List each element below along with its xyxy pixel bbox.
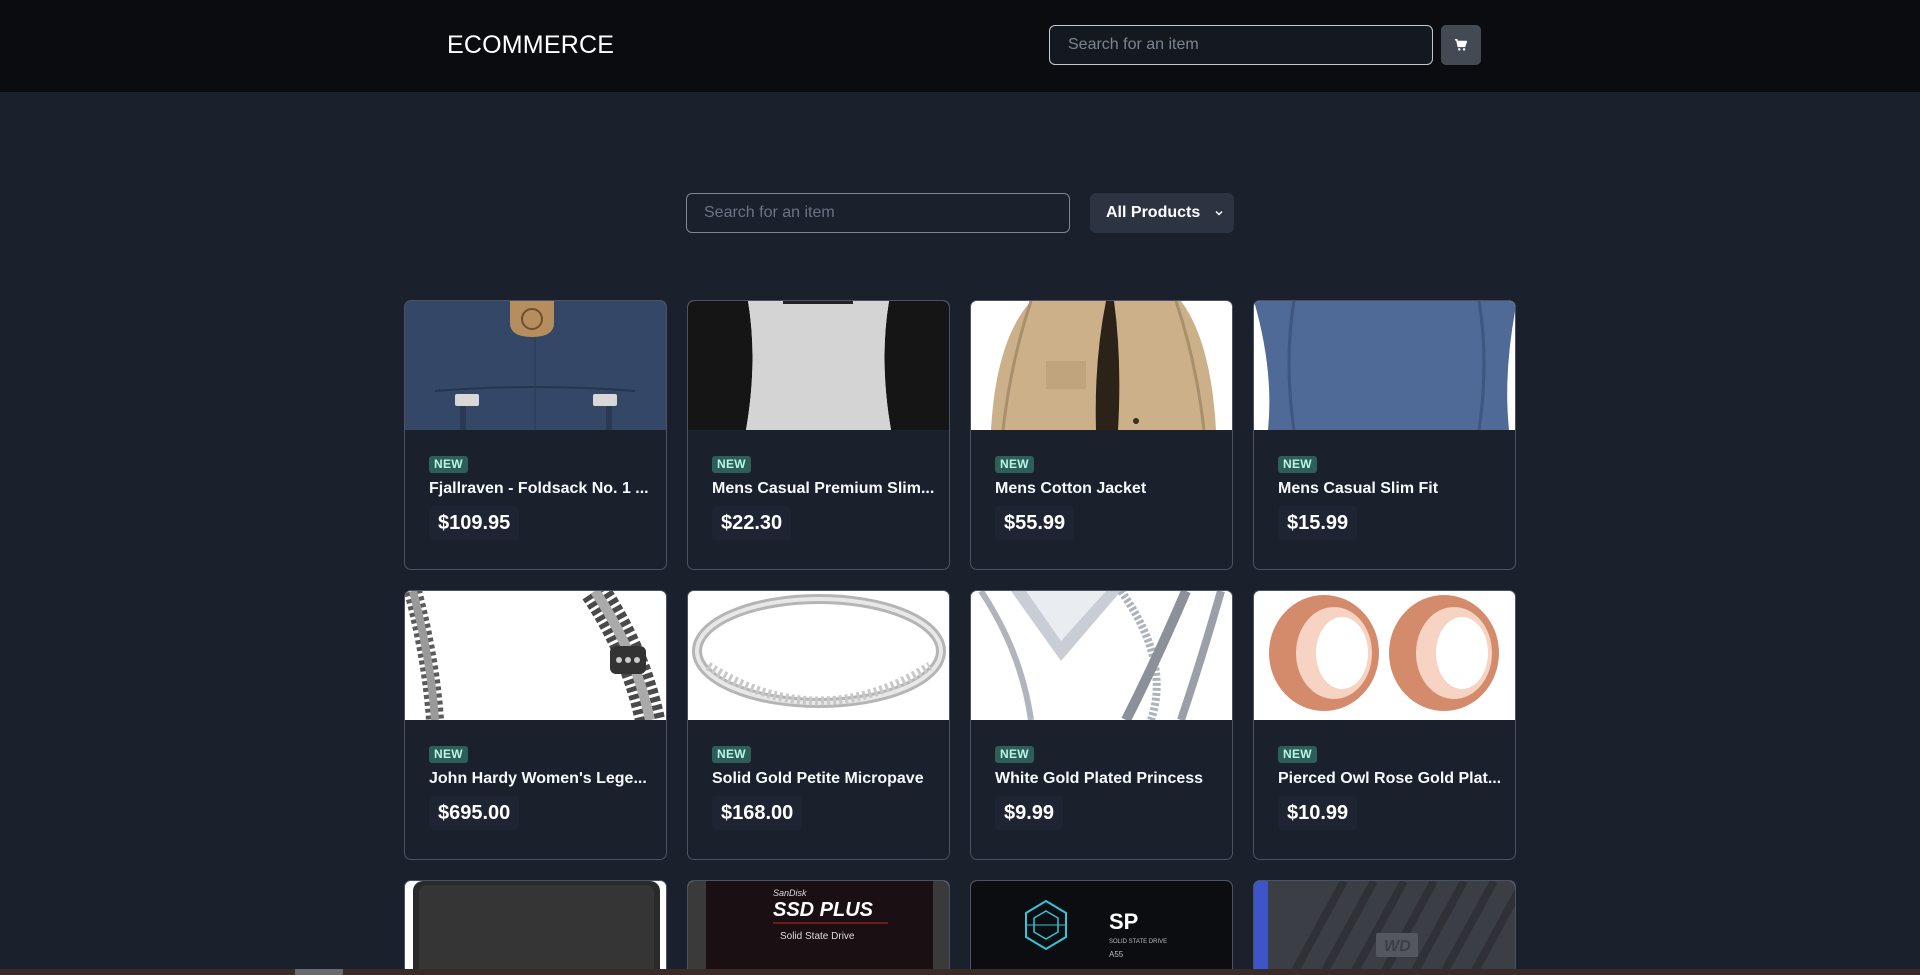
chevron-down-icon	[1215, 210, 1223, 216]
new-badge: NEW	[712, 746, 751, 763]
new-badge: NEW	[712, 456, 751, 473]
scrollbar-thumb[interactable]	[295, 969, 343, 975]
product-card[interactable]: NEW Solid Gold Petite Micropave $168.00	[687, 590, 950, 860]
header-search-input[interactable]	[1049, 25, 1433, 65]
sp-model-label: A55	[1109, 950, 1124, 959]
product-card[interactable]: NEW White Gold Plated Princess $9.99	[970, 590, 1233, 860]
cart-icon	[1454, 38, 1468, 51]
product-image-silicon-power-ssd[interactable]: SP SOLID STATE DRIVE A55	[971, 881, 1232, 975]
new-badge: NEW	[995, 456, 1034, 473]
sp-subtitle-label: SOLID STATE DRIVE	[1109, 939, 1167, 945]
product-card[interactable]: NEW Fjallraven - Foldsack No. 1 ... $109…	[404, 300, 667, 570]
new-badge: NEW	[995, 746, 1034, 763]
sp-brand-label: SP	[1109, 909, 1138, 934]
product-price: $10.99	[1278, 796, 1358, 830]
product-card[interactable]: NEW John Hardy Women's Lege... $695.00	[404, 590, 667, 860]
product-price: $9.99	[995, 796, 1064, 830]
product-price: $22.30	[712, 506, 792, 540]
product-card[interactable]: WD	[1253, 880, 1516, 975]
ssd-plus-label: SSD PLUS	[773, 899, 874, 921]
product-image-wd-drive[interactable]: WD	[1254, 881, 1515, 975]
product-title[interactable]: Mens Casual Premium Slim...	[712, 480, 934, 498]
product-title[interactable]: Solid Gold Petite Micropave	[712, 770, 934, 788]
product-image-rose-gold-plugs[interactable]	[1254, 591, 1515, 720]
product-price: $55.99	[995, 506, 1075, 540]
product-card[interactable]: NEW Pierced Owl Rose Gold Plat... $10.99	[1253, 590, 1516, 860]
category-dropdown-label: All Products	[1106, 204, 1201, 221]
product-price: $695.00	[429, 796, 520, 830]
product-title[interactable]: Mens Casual Slim Fit	[1278, 480, 1500, 498]
new-badge: NEW	[1278, 746, 1317, 763]
product-title[interactable]: John Hardy Women's Lege...	[429, 770, 651, 788]
product-card[interactable]: SP SOLID STATE DRIVE A55	[970, 880, 1233, 975]
solid-state-drive-label: Solid State Drive	[780, 931, 855, 942]
product-image-cotton-jacket[interactable]	[971, 301, 1232, 430]
product-card[interactable]: SanDisk SSD PLUS Solid State Drive	[687, 880, 950, 975]
brand-logo[interactable]: ECOMMERCE	[447, 31, 614, 60]
wd-brand-label: WD	[1384, 938, 1411, 955]
product-image-raglan-tshirt[interactable]	[688, 301, 949, 430]
product-card[interactable]: NEW Mens Casual Slim Fit $15.99	[1253, 300, 1516, 570]
new-badge: NEW	[1278, 456, 1317, 473]
top-navbar: ECOMMERCE	[0, 0, 1920, 92]
product-image-diamond-ring[interactable]	[971, 591, 1232, 720]
category-dropdown[interactable]: All Products	[1090, 193, 1234, 233]
product-image-blue-longsleeve[interactable]	[1254, 301, 1515, 430]
product-image-external-hard-drive[interactable]	[405, 881, 666, 975]
new-badge: NEW	[429, 456, 468, 473]
product-card[interactable]	[404, 880, 667, 975]
cart-button[interactable]	[1441, 25, 1481, 65]
product-search-input[interactable]	[686, 193, 1070, 233]
product-price: $109.95	[429, 506, 520, 540]
product-price: $168.00	[712, 796, 803, 830]
product-card[interactable]: NEW Mens Casual Premium Slim... $22.30	[687, 300, 950, 570]
product-price: $15.99	[1278, 506, 1358, 540]
product-title[interactable]: White Gold Plated Princess	[995, 770, 1217, 788]
product-image-sandisk-ssd[interactable]: SanDisk SSD PLUS Solid State Drive	[688, 881, 949, 975]
product-image-silver-ring[interactable]	[688, 591, 949, 720]
sandisk-brand-label: SanDisk	[773, 888, 807, 898]
product-title[interactable]: Pierced Owl Rose Gold Plat...	[1278, 770, 1500, 788]
product-image-backpack[interactable]	[405, 301, 666, 430]
horizontal-scrollbar[interactable]	[0, 969, 1920, 975]
product-card[interactable]: NEW Mens Cotton Jacket $55.99	[970, 300, 1233, 570]
new-badge: NEW	[429, 746, 468, 763]
product-title[interactable]: Mens Cotton Jacket	[995, 480, 1217, 498]
product-title[interactable]: Fjallraven - Foldsack No. 1 ...	[429, 480, 651, 498]
product-image-silver-chain-bracelet[interactable]	[405, 591, 666, 720]
